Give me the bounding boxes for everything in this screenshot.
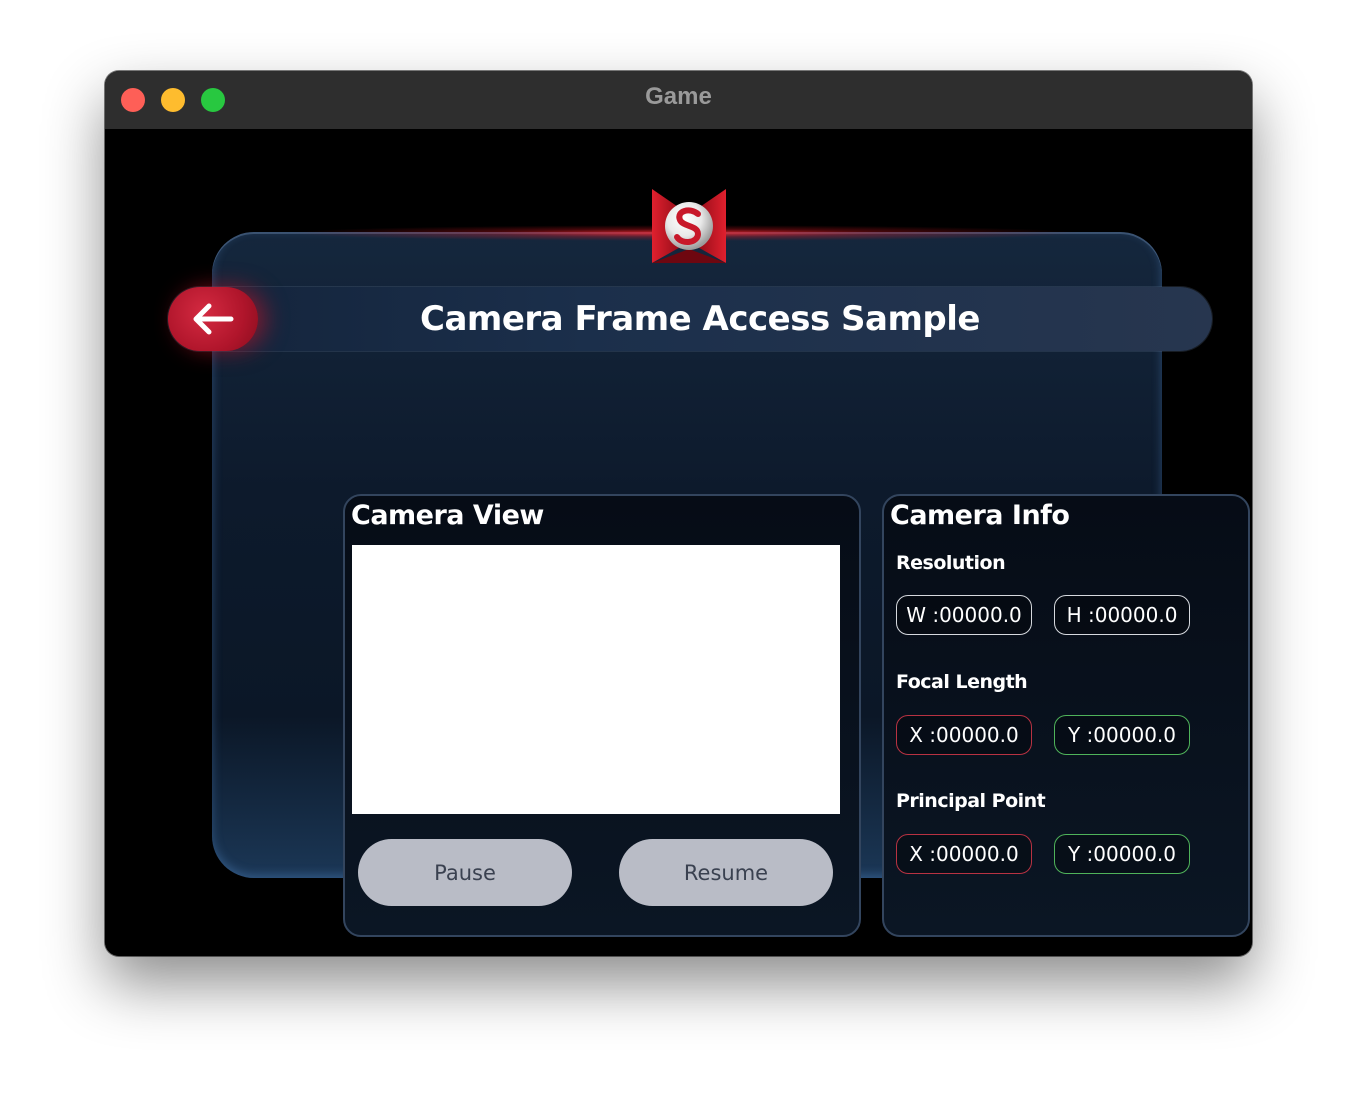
- app-window: Game Camera View Pause Resume Camera Inf…: [105, 71, 1252, 956]
- camera-info-panel: Camera Info Resolution W :00000.0 H :000…: [882, 494, 1250, 937]
- window-titlebar: Game: [105, 71, 1252, 130]
- focal-length-y-value: Y :00000.0: [1054, 715, 1190, 755]
- pause-button-label: Pause: [434, 860, 496, 885]
- principal-point-y-value: Y :00000.0: [1054, 834, 1190, 874]
- back-button[interactable]: [168, 287, 258, 351]
- game-content: Camera View Pause Resume Camera Info Res…: [105, 129, 1252, 956]
- focal-length-label: Focal Length: [896, 671, 1028, 693]
- camera-view-title: Camera View: [351, 500, 544, 531]
- resolution-label: Resolution: [896, 552, 1006, 574]
- principal-point-label: Principal Point: [896, 790, 1046, 812]
- focal-length-x-text: X :00000.0: [909, 723, 1019, 747]
- logo-icon: [652, 189, 726, 263]
- resume-button-label: Resume: [683, 860, 769, 885]
- resolution-width-text: W :00000.0: [906, 603, 1022, 627]
- focal-length-x-value: X :00000.0: [896, 715, 1032, 755]
- pause-button[interactable]: Pause: [358, 839, 572, 906]
- window-title: Game: [645, 83, 712, 110]
- principal-point-y-text: Y :00000.0: [1067, 842, 1177, 866]
- camera-info-title: Camera Info: [890, 500, 1070, 531]
- resolution-height-text: H :00000.0: [1066, 603, 1178, 627]
- arrow-left-icon: [193, 303, 234, 335]
- principal-point-x-text: X :00000.0: [909, 842, 1019, 866]
- page-title: Camera Frame Access Sample: [420, 299, 980, 339]
- snapdragon-logo: [650, 187, 728, 265]
- resolution-height-value: H :00000.0: [1054, 595, 1190, 635]
- principal-point-x-value: X :00000.0: [896, 834, 1032, 874]
- focal-length-y-text: Y :00000.0: [1067, 723, 1177, 747]
- resume-button[interactable]: Resume: [619, 839, 833, 906]
- resolution-width-value: W :00000.0: [896, 595, 1032, 635]
- camera-view-panel: Camera View Pause Resume: [343, 494, 861, 937]
- camera-preview: [352, 545, 840, 814]
